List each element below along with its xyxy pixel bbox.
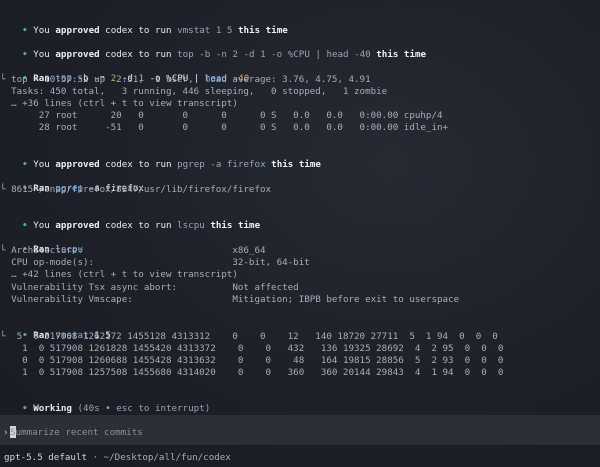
prompt-chevron-icon: › [3,427,9,438]
working-status: • Working (40s • esc to interrupt) [22,403,211,414]
ran-command-line: • Ran pgrep -a firefox [22,183,144,194]
ran-command-line: • Ran lscpu [22,244,84,255]
prompt-input-placeholder[interactable]: Summarize recent commits [10,427,143,438]
status-bar: gpt-5.5 default · ~/Desktop/all/fun/code… [4,452,231,463]
output-line: └ 8615 /snap/firefox/8247/usr/lib/firefo… [0,184,272,195]
output-line: Tasks: 450 total, 3 running, 446 sleepin… [0,86,388,97]
cwd-path: ~/Desktop/all/fun/codex [103,452,231,463]
output-line: … +36 lines (ctrl + t to view transcript… [0,98,238,109]
output-line: 28 root -51 0 0 0 0 S 0.0 0.0 0:00.00 id… [0,122,449,133]
terminal-window: • You approved codex to run vmstat 1 5 t… [0,0,600,467]
output-line: 27 root 20 0 0 0 0 S 0.0 0.0 0:00.00 cpu… [0,110,443,121]
ran-command-line: • Ran vmstat 1 5 [22,330,111,341]
output-line: Vulnerability Vmscape: Mitigation; IBPB … [0,294,460,305]
output-line: └ 5 0 517908 1262172 1455128 4313312 0 0… [0,331,498,342]
output-line: └ top - 10:57:52 up 2:31, 1 user, load a… [0,74,371,85]
model-label: gpt-5.5 default [4,452,87,463]
output-line: … +42 lines (ctrl + t to view transcript… [0,269,238,280]
approval-line: • You approved codex to run pgrep -a fir… [22,159,321,170]
output-line: 0 0 517908 1260688 1455428 4313632 0 0 4… [0,355,504,366]
output-line: 1 0 517908 1257508 1455680 4314020 0 0 3… [0,367,504,378]
approval-line: • You approved codex to run vmstat 1 5 t… [22,25,288,36]
output-line: Vulnerability Tsx async abort: Not affec… [0,282,299,293]
approval-line: • You approved codex to run lscpu this t… [22,220,261,231]
output-line: └ Architecture: x86_64 [0,245,266,256]
ran-command-line: • Ran top -b -n 2 -d 1 -o %CPU | head -4… [22,73,250,84]
output-line: 1 0 517908 1261828 1455420 4313372 0 0 4… [0,343,504,354]
output-line: CPU op-mode(s): 32-bit, 64-bit [0,257,310,268]
approval-line: • You approved codex to run top -b -n 2 … [22,49,427,60]
